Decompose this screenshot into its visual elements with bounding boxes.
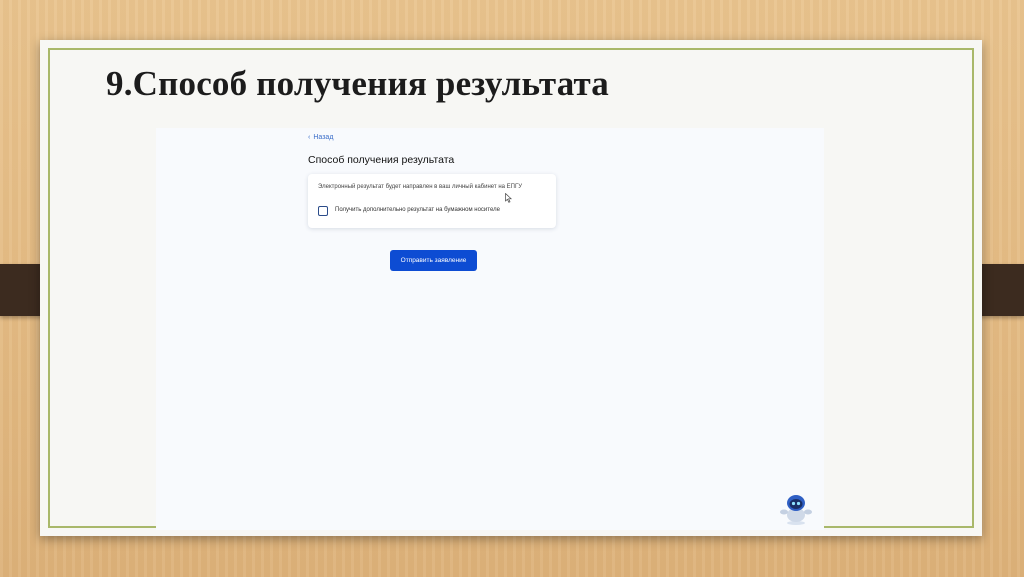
slide-title: 9.Способ получения результата [106, 64, 610, 103]
robot-assistant-icon[interactable] [778, 492, 814, 526]
info-text: Электронный результат будет направлен в … [318, 184, 523, 190]
paper-result-checkbox-label[interactable]: Получить дополнительно результат на бума… [335, 207, 500, 213]
presentation-slide: 9.Способ получения результата ‹ Назад Спо… [40, 40, 982, 536]
mouse-cursor-icon [505, 192, 513, 205]
submit-application-button[interactable]: Отправить заявление [390, 250, 477, 271]
paper-result-checkbox[interactable] [318, 206, 328, 216]
chevron-left-icon: ‹ [308, 134, 311, 141]
result-method-card: Электронный результат будет направлен в … [308, 174, 556, 228]
back-link-label: Назад [313, 134, 334, 141]
back-link[interactable]: ‹ Назад [308, 134, 333, 141]
page-title: Способ получения результата [308, 154, 455, 166]
embedded-screenshot: ‹ Назад Способ получения результата Элект… [156, 128, 824, 530]
